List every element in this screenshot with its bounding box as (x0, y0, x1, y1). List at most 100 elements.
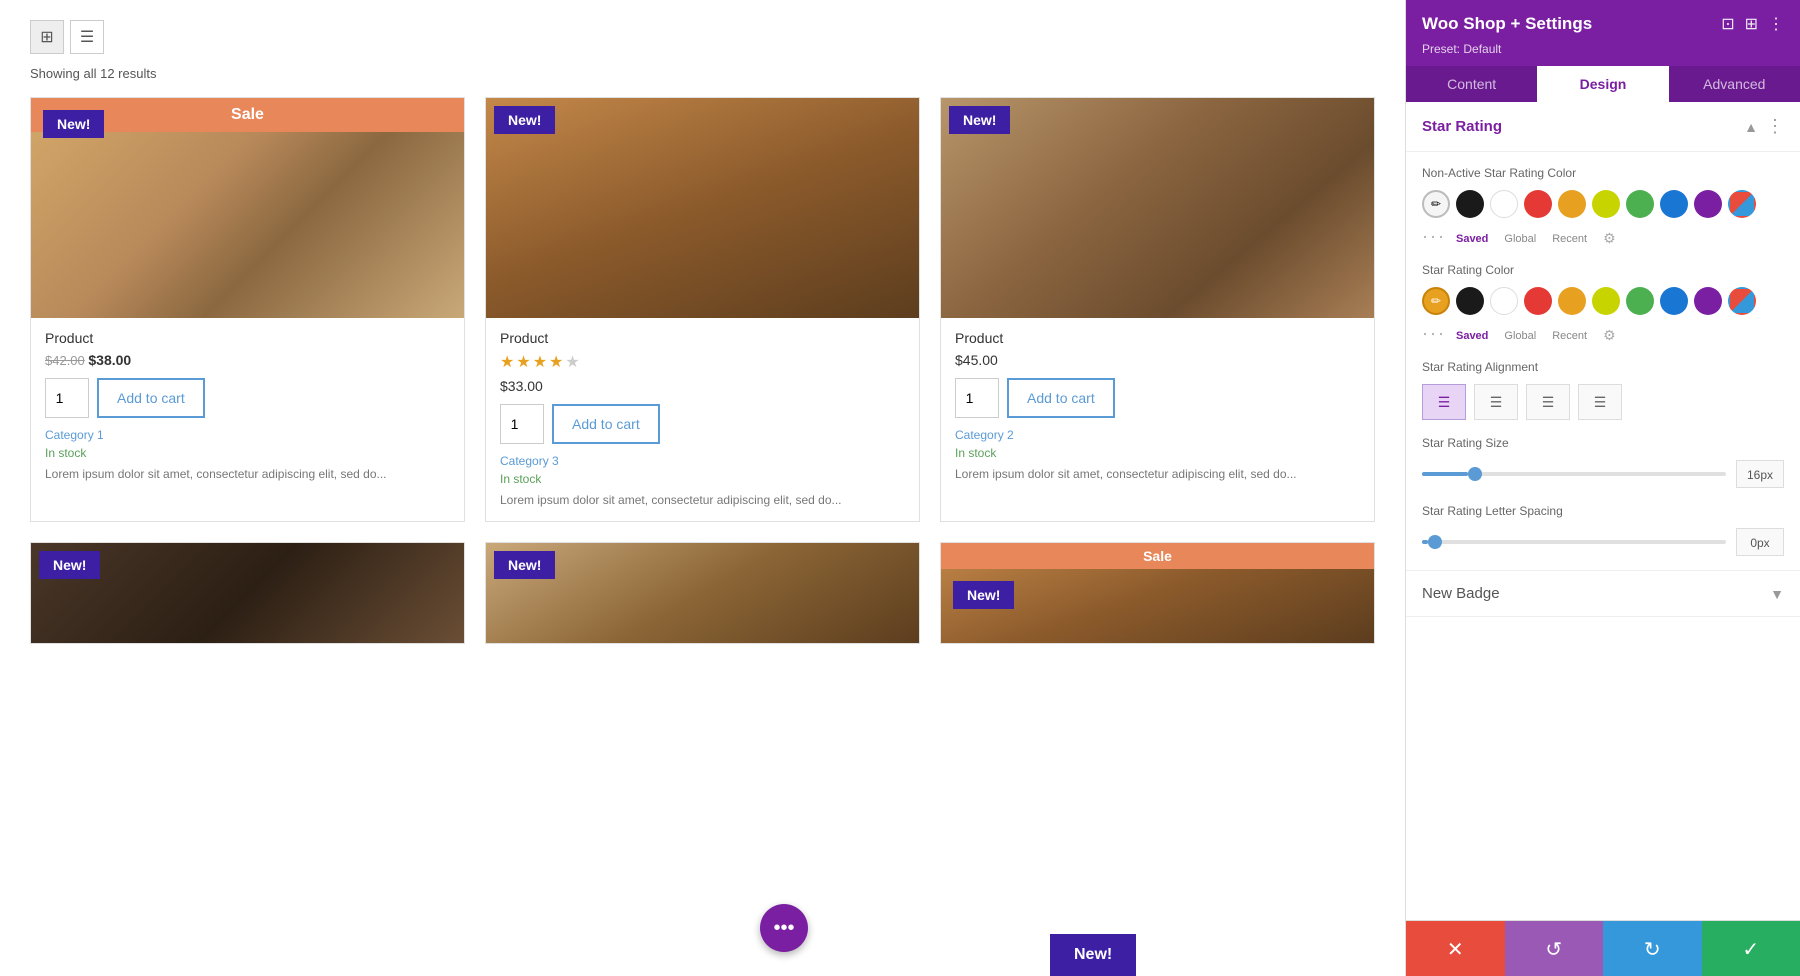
add-to-cart-button[interactable]: Add to cart (97, 378, 205, 418)
color-red[interactable] (1524, 287, 1552, 315)
add-to-cart-button[interactable]: Add to cart (1007, 378, 1115, 418)
saved-tabs: Saved Global Recent ⚙ (1456, 230, 1616, 247)
color-gradient[interactable] (1728, 190, 1756, 218)
align-right-button[interactable]: ☰ (1526, 384, 1570, 420)
product-image: New! (486, 543, 919, 643)
star-3: ★ (533, 352, 547, 372)
product-card: New! Product $45.00 Add to cart Category… (940, 97, 1375, 522)
price: $33.00 (500, 378, 543, 394)
price-new: $38.00 (88, 352, 131, 368)
new-badge: New! (953, 581, 1014, 609)
non-active-color-label: Non-Active Star Rating Color (1422, 166, 1784, 180)
settings-panel: Woo Shop + Settings ⊡ ⊞ ⋮ Preset: Defaul… (1405, 0, 1800, 976)
color-white[interactable] (1490, 190, 1518, 218)
product-card: New! (485, 542, 920, 644)
color-purple[interactable] (1694, 190, 1722, 218)
more-swatches-button-active[interactable]: ··· (1422, 323, 1446, 344)
align-left-button[interactable]: ☰ (1422, 384, 1466, 420)
color-green[interactable] (1626, 287, 1654, 315)
active-color-row: ✏ (1422, 287, 1784, 315)
eyedropper-icon: ✏ (1431, 197, 1441, 211)
category-link[interactable]: Category 2 (955, 428, 1360, 442)
panel-body: Star Rating ▲ ⋮ Non-Active Star Rating C… (1406, 102, 1800, 920)
size-label: Star Rating Size (1422, 436, 1784, 450)
star-rating-section-body: Non-Active Star Rating Color ✏ ··· Saved (1406, 152, 1800, 571)
tab-advanced[interactable]: Advanced (1669, 66, 1800, 102)
color-picker-button-active[interactable]: ✏ (1422, 287, 1450, 315)
non-active-color-row: ✏ (1422, 190, 1784, 218)
product-image: New! (941, 98, 1374, 318)
quantity-input[interactable] (45, 378, 89, 418)
focus-icon[interactable]: ⊡ (1721, 14, 1734, 34)
color-blue[interactable] (1660, 190, 1688, 218)
add-to-cart-button[interactable]: Add to cart (552, 404, 660, 444)
product-card: Sale New! (940, 542, 1375, 644)
more-icon[interactable]: ⋮ (1768, 14, 1784, 34)
product-info: Product ★ ★ ★ ★ ★ $33.00 Add to cart Cat… (486, 318, 919, 521)
list-view-button[interactable]: ☰ (70, 20, 104, 54)
color-orange[interactable] (1558, 190, 1586, 218)
category-link[interactable]: Category 1 (45, 428, 450, 442)
letter-spacing-slider[interactable] (1422, 540, 1726, 544)
more-options-icon[interactable]: ⋮ (1766, 116, 1784, 137)
color-orange[interactable] (1558, 287, 1586, 315)
confirm-button[interactable]: ✓ (1702, 921, 1800, 976)
size-slider[interactable] (1422, 472, 1726, 476)
recent-tab-active[interactable]: Recent (1552, 330, 1587, 342)
color-black[interactable] (1456, 287, 1484, 315)
letter-spacing-slider-row: 0px (1422, 528, 1784, 556)
chevron-up-icon[interactable]: ▲ (1744, 119, 1758, 135)
tab-design[interactable]: Design (1537, 66, 1668, 102)
results-count: Showing all 12 results (30, 66, 1375, 81)
product-image: Sale New! (31, 98, 464, 318)
panel-title-row: Woo Shop + Settings ⊡ ⊞ ⋮ (1422, 14, 1784, 34)
product-grid: Sale New! Product $42.00 $38.00 Add to c… (30, 97, 1375, 522)
color-black[interactable] (1456, 190, 1484, 218)
new-badge-section-header[interactable]: New Badge ▼ (1406, 571, 1800, 617)
color-yellow[interactable] (1592, 190, 1620, 218)
saved-tabs-active: Saved Global Recent ⚙ (1456, 327, 1616, 344)
quantity-input[interactable] (955, 378, 999, 418)
product-card: Sale New! Product $42.00 $38.00 Add to c… (30, 97, 465, 522)
quantity-input[interactable] (500, 404, 544, 444)
letter-spacing-slider-thumb[interactable] (1428, 535, 1442, 549)
color-red[interactable] (1524, 190, 1552, 218)
grid-view-button[interactable]: ⊞ (30, 20, 64, 54)
star-rating-section-header[interactable]: Star Rating ▲ ⋮ (1406, 102, 1800, 152)
color-white[interactable] (1490, 287, 1518, 315)
recent-tab[interactable]: Recent (1552, 233, 1587, 245)
category-link[interactable]: Category 3 (500, 454, 905, 468)
undo-button[interactable]: ↺ (1505, 921, 1604, 976)
new-badge: New! (39, 551, 100, 579)
chevron-down-icon[interactable]: ▼ (1770, 586, 1784, 602)
color-yellow[interactable] (1592, 287, 1620, 315)
more-swatches-button[interactable]: ··· (1422, 226, 1446, 247)
floating-action-button[interactable]: ••• (760, 904, 808, 952)
product-description: Lorem ipsum dolor sit amet, consectetur … (45, 466, 450, 483)
global-tab[interactable]: Global (1504, 233, 1536, 245)
cancel-button[interactable]: ✕ (1406, 921, 1505, 976)
saved-tab-active[interactable]: Saved (1456, 330, 1488, 342)
color-green[interactable] (1626, 190, 1654, 218)
saved-tab[interactable]: Saved (1456, 233, 1488, 245)
color-gradient[interactable] (1728, 287, 1756, 315)
settings-icon-active[interactable]: ⚙ (1603, 327, 1616, 344)
size-value[interactable]: 16px (1736, 460, 1784, 488)
alignment-row: ☰ ☰ ☰ ☰ (1422, 384, 1784, 420)
preset-selector[interactable]: Preset: Default (1422, 42, 1784, 56)
color-blue[interactable] (1660, 287, 1688, 315)
price: $45.00 (955, 352, 998, 368)
size-slider-thumb[interactable] (1468, 467, 1482, 481)
tab-content[interactable]: Content (1406, 66, 1537, 102)
color-picker-button[interactable]: ✏ (1422, 190, 1450, 218)
color-purple[interactable] (1694, 287, 1722, 315)
redo-button[interactable]: ↻ (1603, 921, 1702, 976)
letter-spacing-value[interactable]: 0px (1736, 528, 1784, 556)
settings-icon[interactable]: ⚙ (1603, 230, 1616, 247)
global-tab-active[interactable]: Global (1504, 330, 1536, 342)
letter-spacing-label: Star Rating Letter Spacing (1422, 504, 1784, 518)
new-badge: New! (949, 106, 1010, 134)
layout-icon[interactable]: ⊞ (1745, 14, 1758, 34)
align-justify-button[interactable]: ☰ (1578, 384, 1622, 420)
align-center-button[interactable]: ☰ (1474, 384, 1518, 420)
